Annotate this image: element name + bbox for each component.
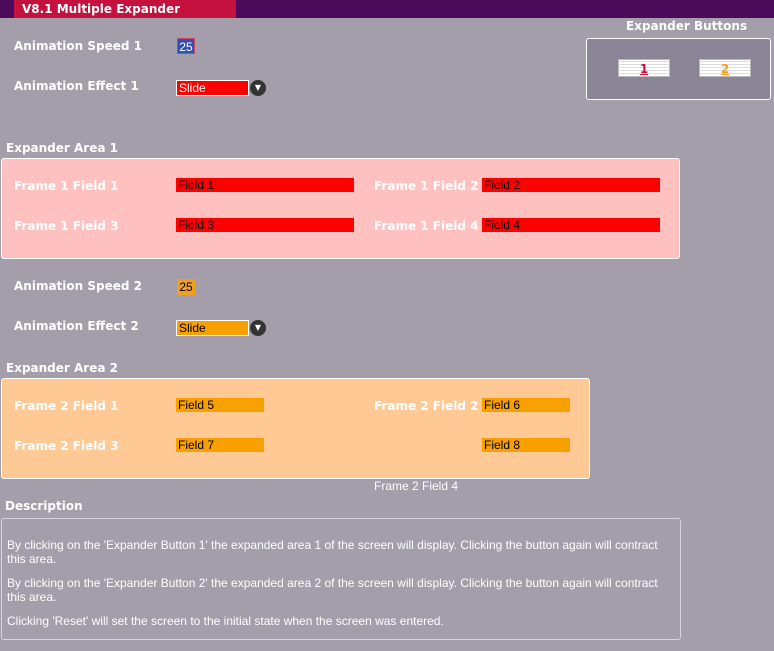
animation-speed-2-input[interactable]: 25 [177,279,195,295]
animation-speed-1-label: Animation Speed 1 [14,39,142,53]
expander-button-1[interactable]: 1 [618,59,670,77]
expander-area-1 [1,158,680,259]
animation-effect-1-select[interactable]: Slide [176,80,249,96]
expander-area-1-title: Expander Area 1 [6,141,118,155]
expander-area-2-title: Expander Area 2 [6,361,118,375]
frame1-field1-label: Frame 1 Field 1 [14,179,119,193]
frame1-field2-input[interactable]: Field 2 [482,178,660,192]
expander-buttons-title: Expander Buttons [626,19,748,33]
chevron-down-icon[interactable]: ▼ [250,320,266,336]
description-box: By clicking on the 'Expander Button 1' t… [1,518,681,640]
description-paragraph-1: By clicking on the 'Expander Button 1' t… [7,538,658,566]
screen-tab[interactable]: V8.1 Multiple Expander [14,0,236,18]
frame1-field3-input[interactable]: Field 3 [176,218,354,232]
frame1-field3-label: Frame 1 Field 3 [14,219,119,233]
frame1-field1-input[interactable]: Field 1 [176,178,354,192]
animation-effect-2-select[interactable]: Slide [176,320,249,336]
description-paragraph-2: By clicking on the 'Expander Button 2' t… [7,576,658,604]
animation-speed-2-label: Animation Speed 2 [14,279,142,293]
frame2-field2-input[interactable]: Field 6 [482,398,570,412]
frame2-field1-label: Frame 2 Field 1 [14,399,119,413]
frame2-field4-input[interactable]: Field 8 [482,438,570,452]
animation-effect-2-label: Animation Effect 2 [14,319,139,333]
frame1-field4-label: Frame 1 Field 4 [374,219,479,233]
frame1-field4-input[interactable]: Field 4 [482,218,660,232]
frame2-field1-input[interactable]: Field 5 [176,398,264,412]
frame2-field3-label: Frame 2 Field 3 [14,439,119,453]
frame2-field4-label: Frame 2 Field 4 [374,479,459,493]
animation-speed-1-input[interactable]: 25 [177,38,195,54]
description-title: Description [5,499,83,513]
frame2-field2-label: Frame 2 Field 2 [374,399,479,413]
frame2-field3-input[interactable]: Field 7 [176,438,264,452]
expander-button-2[interactable]: 2 [699,59,751,77]
description-paragraph-3: Clicking 'Reset' will set the screen to … [7,614,444,628]
animation-effect-1-label: Animation Effect 1 [14,79,139,93]
chevron-down-icon[interactable]: ▼ [250,80,266,96]
frame1-field2-label: Frame 1 Field 2 [374,179,479,193]
expander-area-2 [1,378,590,479]
